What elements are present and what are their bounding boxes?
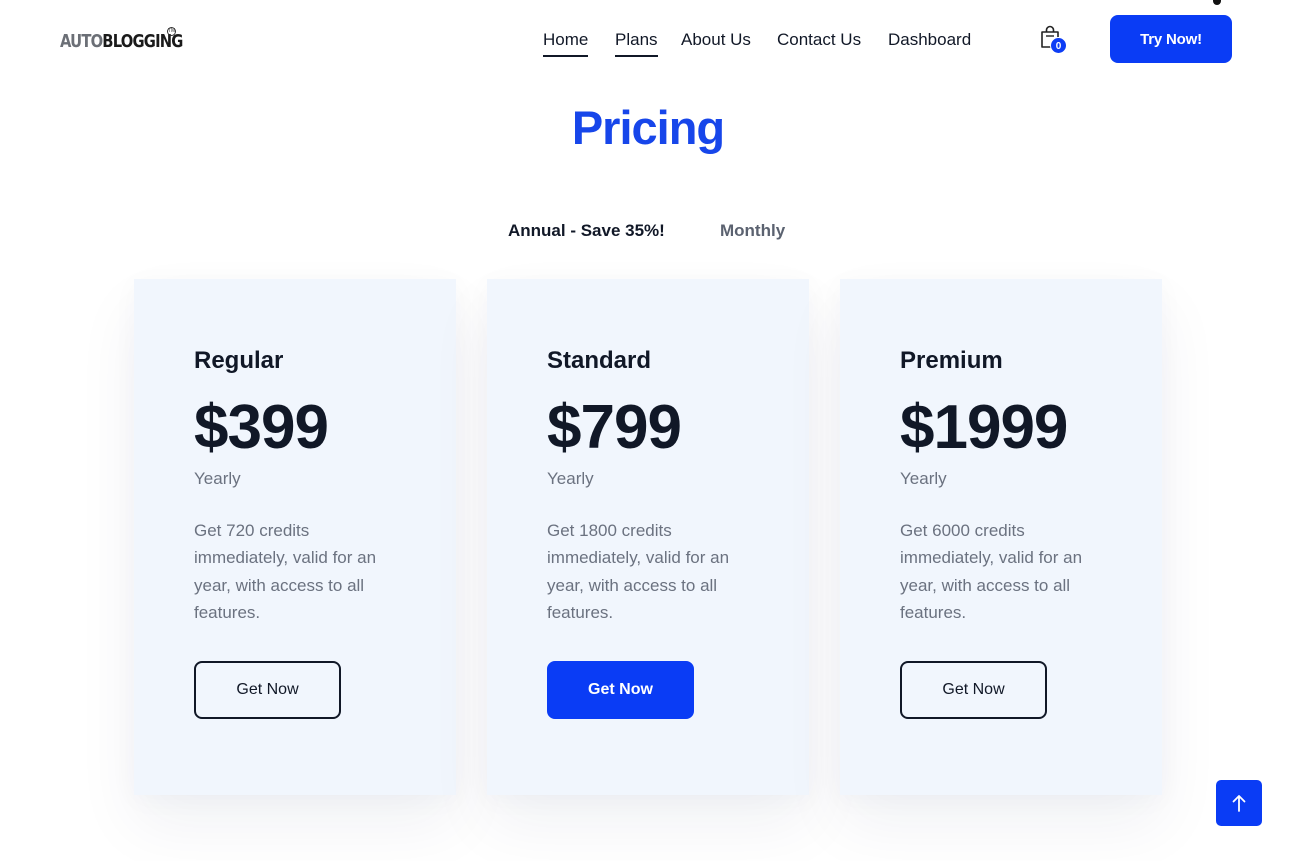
nav-plans[interactable]: Plans bbox=[615, 30, 658, 57]
plan-price: $799 bbox=[547, 393, 682, 462]
plan-name: Standard bbox=[547, 347, 652, 374]
plan-card-premium: Premium $1999 Yearly Get 6000 credits im… bbox=[840, 279, 1162, 795]
plan-name: Premium bbox=[900, 347, 1003, 374]
nav-home[interactable]: Home bbox=[543, 30, 589, 57]
get-now-button-premium[interactable]: Get Now bbox=[900, 661, 1047, 719]
plan-description: Get 720 credits immediately, valid for a… bbox=[194, 521, 377, 622]
plan-description: Get 1800 credits immediately, valid for … bbox=[547, 521, 730, 622]
get-now-button-standard[interactable]: Get Now bbox=[547, 661, 694, 719]
billing-toggle-annual[interactable]: Annual - Save 35%! bbox=[508, 221, 665, 241]
trademark-mark: TM bbox=[167, 27, 176, 36]
plan-period: Yearly bbox=[900, 469, 947, 488]
scroll-to-top-button[interactable] bbox=[1216, 780, 1262, 826]
site-logo[interactable]: AUTOBLOGGING TM bbox=[60, 27, 210, 57]
plan-name: Regular bbox=[194, 347, 284, 374]
nav-dashboard[interactable]: Dashboard bbox=[888, 30, 971, 55]
plan-description: Get 6000 credits immediately, valid for … bbox=[900, 521, 1083, 622]
cart-count-badge: 0 bbox=[1050, 37, 1067, 54]
logo-part-auto: AUTO bbox=[60, 31, 103, 52]
plan-card-standard: Standard $799 Yearly Get 1800 credits im… bbox=[487, 279, 809, 795]
plan-card-regular: Regular $399 Yearly Get 720 credits imme… bbox=[134, 279, 456, 795]
arrow-up-icon bbox=[1232, 795, 1246, 812]
get-now-button-regular[interactable]: Get Now bbox=[194, 661, 341, 719]
nav-about-us[interactable]: About Us bbox=[681, 30, 751, 55]
plan-period: Yearly bbox=[194, 469, 241, 488]
nav-contact-us[interactable]: Contact Us bbox=[777, 30, 861, 55]
page-title: Pricing bbox=[571, 101, 725, 154]
logo-wordmark: AUTOBLOGGING bbox=[60, 27, 183, 57]
plan-price: $1999 bbox=[900, 393, 1068, 462]
top-edge-dot bbox=[1213, 0, 1221, 5]
cart-button[interactable]: 0 bbox=[1040, 25, 1070, 55]
plan-price: $399 bbox=[194, 393, 329, 462]
plan-period: Yearly bbox=[547, 469, 594, 488]
try-now-button[interactable]: Try Now! bbox=[1110, 15, 1232, 63]
billing-toggle-monthly[interactable]: Monthly bbox=[720, 221, 785, 241]
